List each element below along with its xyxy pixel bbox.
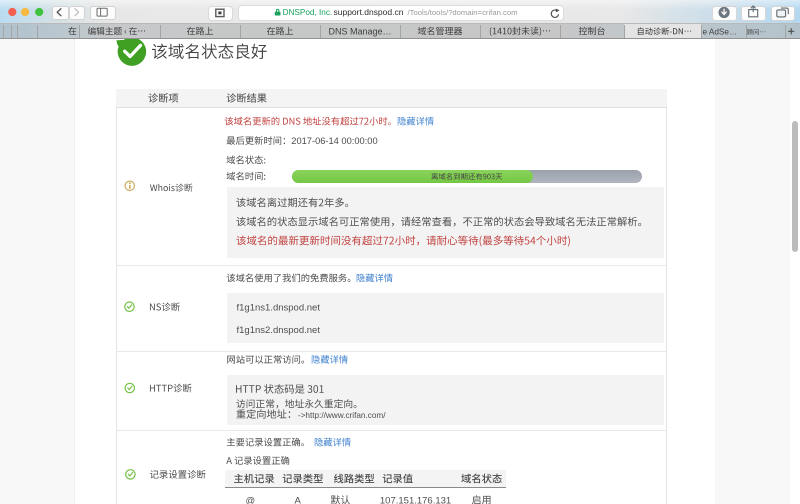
svg-text:/Tools/tools/?domain=crifan.co: /Tools/tools/?domain=crifan.com bbox=[408, 8, 518, 17]
svg-text:@: @ bbox=[246, 496, 256, 504]
svg-text:f1g1ns1.dnspod.net: f1g1ns1.dnspod.net bbox=[237, 303, 321, 314]
svg-text:DNSPod, Inc.: DNSPod, Inc. bbox=[283, 8, 333, 17]
svg-text:support.dnspod.cn: support.dnspod.cn bbox=[334, 7, 404, 17]
svg-text:->http://www.crifan.com/: ->http://www.crifan.com/ bbox=[298, 411, 386, 420]
svg-text:107.151.176.131: 107.151.176.131 bbox=[380, 496, 451, 504]
svg-text:f1g1ns2.dnspod.net: f1g1ns2.dnspod.net bbox=[237, 325, 321, 336]
svg-text:DNS Manage…: DNS Manage… bbox=[329, 26, 392, 36]
svg-text:e AdSe…: e AdSe… bbox=[703, 27, 738, 36]
svg-text:2017-06-14 00:00:00: 2017-06-14 00:00:00 bbox=[291, 136, 377, 146]
svg-text:A: A bbox=[295, 496, 302, 504]
